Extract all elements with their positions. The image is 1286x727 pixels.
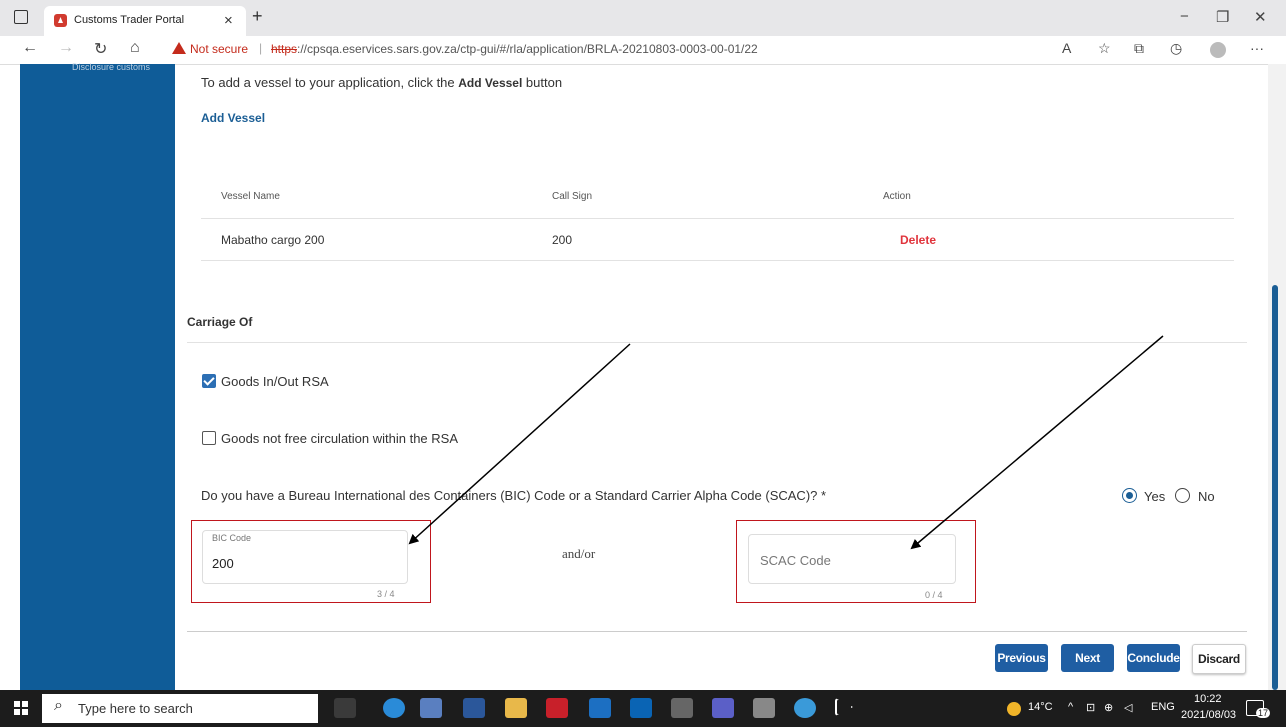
- footer-divider: [187, 631, 1247, 632]
- previous-button[interactable]: Previous: [995, 644, 1048, 672]
- conclude-button[interactable]: Conclude: [1127, 644, 1180, 672]
- search-icon: ⌕: [54, 697, 63, 714]
- word-icon[interactable]: [463, 698, 485, 718]
- language-indicator[interactable]: ENG: [1151, 701, 1175, 713]
- clock-time[interactable]: 10:22: [1194, 693, 1222, 705]
- arrow-to-scac: [910, 335, 1164, 550]
- next-button[interactable]: Next: [1061, 644, 1114, 672]
- taskbar-search-placeholder: Type here to search: [78, 701, 193, 716]
- app-icon-1[interactable]: [420, 698, 442, 718]
- taskbar-search[interactable]: ⌕ Type here to search: [42, 694, 318, 723]
- globe-icon[interactable]: ⊕: [1104, 701, 1113, 714]
- discard-button[interactable]: Discard: [1192, 644, 1246, 674]
- app-icon-3[interactable]: [794, 698, 816, 718]
- sars-icon[interactable]: [546, 698, 568, 718]
- internet-explorer-icon[interactable]: [589, 698, 611, 718]
- calculator-icon[interactable]: [671, 698, 693, 718]
- arrow-to-bic: [408, 343, 631, 545]
- network-icon[interactable]: ⊡: [1086, 701, 1095, 714]
- scrollbar-thumb[interactable]: [1272, 285, 1278, 690]
- volume-icon[interactable]: ◁: [1124, 701, 1132, 714]
- outlook-icon[interactable]: [630, 698, 652, 718]
- notification-count: 17: [1256, 708, 1271, 718]
- tray-chevron-icon[interactable]: ^: [1068, 701, 1073, 713]
- windows-taskbar: ⌕ Type here to search 14°C ^ ⊡ ⊕ ◁ ENG 1…: [0, 690, 1286, 727]
- weather-temp[interactable]: 14°C: [1028, 701, 1053, 713]
- media-player-icon[interactable]: [835, 698, 853, 716]
- weather-icon[interactable]: [1007, 702, 1021, 716]
- annotation-arrows: [408, 335, 1164, 550]
- file-explorer-icon[interactable]: [505, 698, 527, 718]
- windows-start-icon[interactable]: [14, 701, 28, 715]
- teams-icon[interactable]: [712, 698, 734, 718]
- task-view-icon[interactable]: [334, 698, 356, 718]
- app-icon-2[interactable]: [753, 698, 775, 718]
- clock-date[interactable]: 2021/08/03: [1181, 709, 1236, 721]
- edge-icon[interactable]: [383, 698, 405, 718]
